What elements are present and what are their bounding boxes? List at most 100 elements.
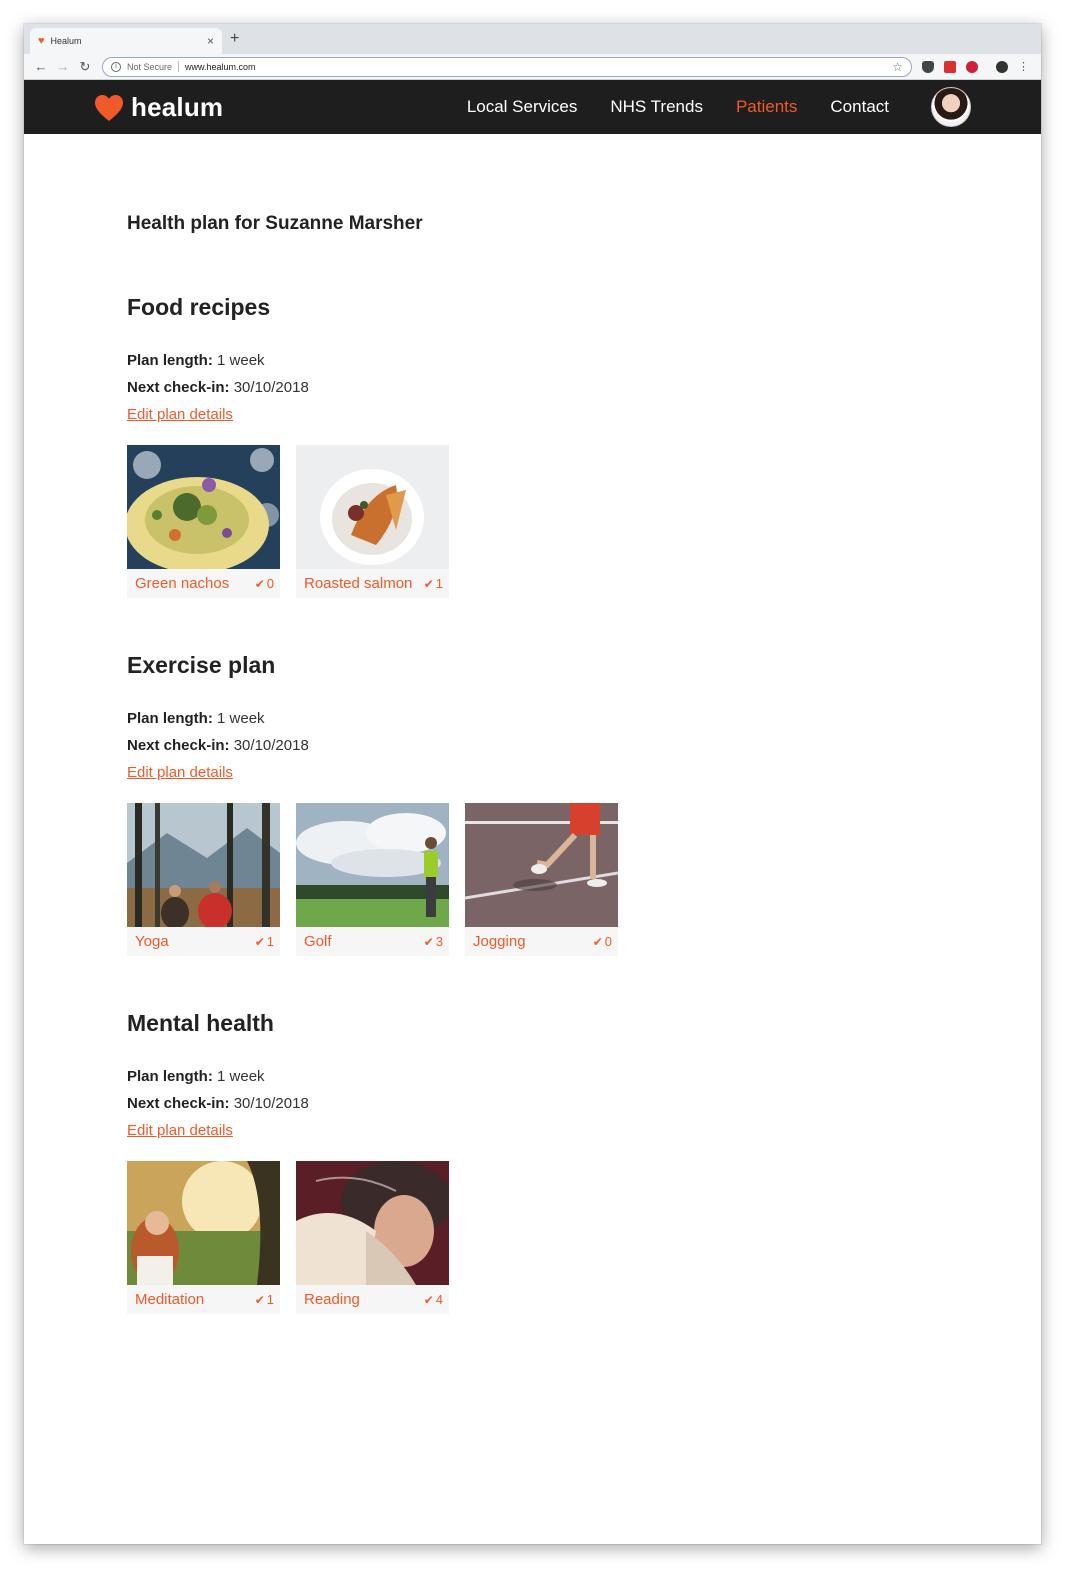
checkmark-icon: ✔ xyxy=(592,934,603,949)
red-extension-icon[interactable] xyxy=(944,60,956,73)
item-label: Reading xyxy=(304,1291,360,1308)
checkmark-icon: ✔ xyxy=(423,576,434,591)
info-icon[interactable]: i xyxy=(111,61,121,72)
next-checkin-value: 30/10/2018 xyxy=(233,379,309,396)
completion-count: ✔ 4 xyxy=(424,1292,443,1307)
main-nav: Local Services NHS Trends Patients Conta… xyxy=(467,80,889,134)
nav-nhs-trends[interactable]: NHS Trends xyxy=(610,97,703,117)
card-label-row: Green nachos ✔ 0 xyxy=(127,569,280,598)
plan-item-card[interactable]: Reading ✔ 4 xyxy=(296,1161,449,1314)
count-value: 1 xyxy=(266,1292,274,1307)
edit-plan-link[interactable]: Edit plan details xyxy=(127,401,827,428)
item-label: Meditation xyxy=(135,1291,205,1308)
browser-toolbar: ← → ↻ i Not Secure www.healum.com ☆ ⋮ xyxy=(24,54,1041,80)
meditation-park-photo xyxy=(127,1161,280,1285)
nav-patients[interactable]: Patients xyxy=(736,97,797,117)
jogging-track-photo xyxy=(465,803,618,927)
count-value: 1 xyxy=(266,934,274,949)
next-checkin-row: Next check-in: 30/10/2018 xyxy=(127,732,827,759)
plan-length-value: 1 week xyxy=(217,352,265,369)
pocket-extension-icon[interactable] xyxy=(922,60,934,73)
plan-length-row: Plan length: 1 week xyxy=(127,347,827,374)
card-list: Meditation ✔ 1 Reading ✔ 4 xyxy=(127,1161,827,1314)
brand-logo[interactable]: healum xyxy=(94,92,223,123)
next-checkin-value: 30/10/2018 xyxy=(233,737,309,754)
close-tab-icon[interactable]: × xyxy=(207,34,214,48)
plan-length-label: Plan length: xyxy=(127,1068,213,1085)
plan-item-card[interactable]: Golf ✔ 3 xyxy=(296,803,449,956)
completion-count: ✔ 1 xyxy=(255,934,274,949)
checkmark-icon: ✔ xyxy=(254,576,265,591)
item-label: Yoga xyxy=(135,933,169,950)
completion-count: ✔ 1 xyxy=(424,576,443,591)
profile-extension-icon[interactable] xyxy=(996,60,1008,73)
salmon-bowl-photo xyxy=(296,445,449,569)
reading-book-photo xyxy=(296,1161,449,1285)
edit-plan-link[interactable]: Edit plan details xyxy=(127,759,827,786)
plan-item-card[interactable]: Jogging ✔ 0 xyxy=(465,803,618,956)
browser-window: ♥ Healum × + ← → ↻ i Not Secure www.heal… xyxy=(24,24,1041,1544)
section-title: Exercise plan xyxy=(127,652,276,678)
checkmark-icon: ✔ xyxy=(423,934,434,949)
pinterest-extension-icon[interactable] xyxy=(966,60,978,73)
back-arrow-icon[interactable]: ← xyxy=(30,59,52,74)
next-checkin-label: Next check-in: xyxy=(127,1095,230,1112)
yoga-forest-photo xyxy=(127,803,280,927)
salad-photo xyxy=(127,445,280,569)
plan-length-row: Plan length: 1 week xyxy=(127,1063,827,1090)
card-list: Green nachos ✔ 0 Roasted salmon ✔ 1 xyxy=(127,445,827,598)
user-avatar[interactable] xyxy=(931,87,971,127)
page-title: Health plan for Suzanne Marsher xyxy=(127,213,423,234)
count-value: 3 xyxy=(435,934,443,949)
url-text[interactable]: www.healum.com xyxy=(185,62,892,72)
plan-length-value: 1 week xyxy=(217,1068,265,1085)
item-label: Jogging xyxy=(473,933,526,950)
completion-count: ✔ 0 xyxy=(255,576,274,591)
count-value: 4 xyxy=(435,1292,443,1307)
golf-course-photo xyxy=(296,803,449,927)
plan-item-card[interactable]: Green nachos ✔ 0 xyxy=(127,445,280,598)
plan-length-label: Plan length: xyxy=(127,352,213,369)
card-label-row: Jogging ✔ 0 xyxy=(465,927,618,956)
plan-length-label: Plan length: xyxy=(127,710,213,727)
card-label-row: Yoga ✔ 1 xyxy=(127,927,280,956)
card-label-row: Reading ✔ 4 xyxy=(296,1285,449,1314)
section-title: Mental health xyxy=(127,1010,274,1036)
tab-strip: ♥ Healum × + xyxy=(24,24,1041,54)
tab-title: Healum xyxy=(50,36,82,46)
plan-meta: Plan length: 1 week Next check-in: 30/10… xyxy=(127,705,827,759)
heart-logo-icon xyxy=(95,94,123,121)
nav-local-services[interactable]: Local Services xyxy=(467,97,578,117)
next-checkin-label: Next check-in: xyxy=(127,379,230,396)
plan-item-card[interactable]: Meditation ✔ 1 xyxy=(127,1161,280,1314)
section-food-recipes: Food recipes Plan length: 1 week Next ch… xyxy=(127,294,827,598)
forward-arrow-icon[interactable]: → xyxy=(52,59,74,74)
browser-menu-icon[interactable]: ⋮ xyxy=(1018,61,1029,73)
extensions-area: ⋮ xyxy=(922,60,1029,73)
address-bar[interactable]: i Not Secure www.healum.com ☆ xyxy=(102,56,912,77)
browser-tab[interactable]: ♥ Healum × xyxy=(30,28,222,54)
next-checkin-value: 30/10/2018 xyxy=(233,1095,309,1112)
plan-length-row: Plan length: 1 week xyxy=(127,705,827,732)
section-exercise-plan: Exercise plan Plan length: 1 week Next c… xyxy=(127,652,827,956)
card-label-row: Meditation ✔ 1 xyxy=(127,1285,280,1314)
plan-item-card[interactable]: Yoga ✔ 1 xyxy=(127,803,280,956)
checkmark-icon: ✔ xyxy=(423,1292,434,1307)
completion-count: ✔ 1 xyxy=(255,1292,274,1307)
next-checkin-row: Next check-in: 30/10/2018 xyxy=(127,374,827,401)
reload-icon[interactable]: ↻ xyxy=(74,59,96,75)
nav-contact[interactable]: Contact xyxy=(830,97,889,117)
card-label-row: Golf ✔ 3 xyxy=(296,927,449,956)
checkmark-icon: ✔ xyxy=(254,934,265,949)
item-label: Green nachos xyxy=(135,575,230,592)
edit-plan-link[interactable]: Edit plan details xyxy=(127,1117,827,1144)
count-value: 0 xyxy=(266,576,274,591)
plan-length-value: 1 week xyxy=(217,710,265,727)
bookmark-star-icon[interactable]: ☆ xyxy=(892,60,903,74)
section-title: Food recipes xyxy=(127,294,271,320)
new-tab-button[interactable]: + xyxy=(230,30,239,48)
plan-item-card[interactable]: Roasted salmon ✔ 1 xyxy=(296,445,449,598)
card-list: Yoga ✔ 1 Golf ✔ 3 Jogging ✔ 0 xyxy=(127,803,827,956)
security-label: Not Secure xyxy=(127,61,173,72)
count-value: 1 xyxy=(435,576,443,591)
